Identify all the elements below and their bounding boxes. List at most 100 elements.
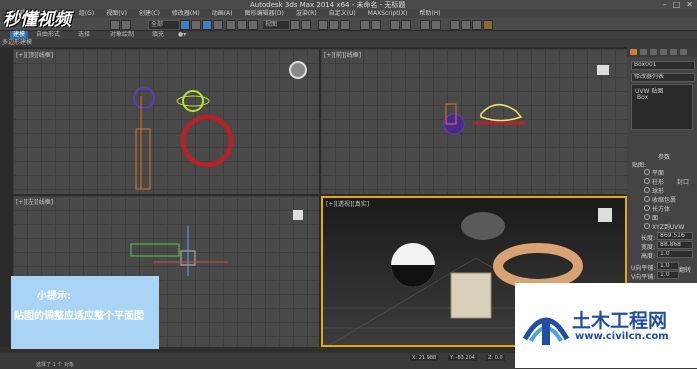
tab-object-paint[interactable]: 对象绘制 [110,31,134,39]
scale-icon[interactable] [248,20,258,30]
select-object-icon[interactable] [180,20,190,30]
mapping-label: 贴图: [632,162,647,169]
ribbon-sub-label: 多边形建模 [2,39,33,46]
tab-selection[interactable]: 选择 [78,31,90,39]
graphite-toggle-icon[interactable] [401,20,411,30]
viewcube-front [597,65,609,75]
motion-tab-icon[interactable] [660,49,667,55]
tab-modeling[interactable]: 建模 [10,31,29,39]
y-coord-field[interactable]: Y: -83.204 [448,355,477,361]
select-manipulate-icon[interactable] [301,20,311,30]
u-tile-field[interactable]: 1.0 [657,262,679,270]
viewcube-top [289,61,307,79]
tab-populate[interactable]: 填充 [152,31,164,39]
tip-body: 贴图的调整应适应整个平面图 [14,311,144,322]
z-coord-field[interactable]: Z: 0.0 [486,355,505,361]
rollout-title[interactable]: 参数 [658,152,670,161]
menu-group[interactable]: 组(G) [79,9,94,18]
teapot-wire [182,90,204,112]
align-icon[interactable] [371,20,381,30]
render-setup-icon[interactable] [461,20,471,30]
render-icon[interactable] [483,20,493,30]
close-icon[interactable]: ✕ [686,0,693,9]
menu-customize[interactable]: 自定义(U) [329,9,356,18]
option-box-label: 长方体 [652,206,671,213]
tab-freeform[interactable]: 自由形式 [36,31,60,39]
modify-tab-icon[interactable] [640,49,647,55]
teapot-front [480,104,523,122]
reference-coord-dropdown[interactable]: 视图 [262,20,290,30]
radio-xyz[interactable] [644,223,650,229]
snaps-toggle-icon[interactable] [318,20,328,30]
undo-icon[interactable] [110,20,120,30]
title-bar: Autodesk 3ds Max 2014 x64 - 未命名 - 无标题 – … [0,0,697,9]
cap-label[interactable]: 封口 [677,177,689,186]
move-icon[interactable] [226,20,236,30]
viewcube-left [293,210,303,220]
x-coord-field[interactable]: X: 21.988 [410,355,439,361]
tip-title: 小提示: [37,291,71,302]
utilities-tab-icon[interactable] [680,49,687,55]
rotate-icon[interactable] [237,20,247,30]
viewport-front[interactable]: [+][前][线框] [321,49,627,194]
width-label: 宽度: [641,244,656,251]
mirror-icon[interactable] [360,20,370,30]
menu-rendering[interactable]: 渲染(R) [296,9,317,18]
option-shrinkwrap-label: 收缩包裹 [652,197,677,204]
v-tile-field[interactable]: 1.0 [657,271,679,279]
minimize-icon[interactable]: – [663,0,667,9]
length-field[interactable]: 869.516 [657,232,693,240]
percent-snap-icon[interactable] [340,20,350,30]
menu-maxscript[interactable]: MAXScript(X) [368,9,408,18]
select-by-name-icon[interactable] [191,20,201,30]
viewport-top[interactable]: [+][顶][线框] [13,49,319,194]
menu-animation[interactable]: 动画(A) [212,9,233,18]
radio-box[interactable] [644,205,650,211]
radio-spherical[interactable] [644,187,650,193]
ribbon-options-icon[interactable]: ●▾ [178,31,186,39]
menu-views[interactable]: 视图(V) [106,9,127,18]
window-crossing-icon[interactable] [213,20,223,30]
radio-face[interactable] [644,214,650,220]
flip-checkbox[interactable]: 翻转 [679,265,691,274]
create-tab-icon[interactable] [630,49,637,55]
rendered-frame-icon[interactable] [472,20,482,30]
pivot-icon[interactable] [290,20,300,30]
height-field[interactable]: 1.0 [657,250,693,258]
brand-url: www.civilcn.com [575,331,669,342]
schematic-view-icon[interactable] [431,20,441,30]
brand-logo-icon [522,317,570,345]
u-tile-label: U向平铺: [631,265,656,272]
command-panel-tabs [627,47,697,57]
material-editor-icon[interactable] [450,20,460,30]
object-name-field[interactable]: Box001 [631,61,695,70]
layer-manager-icon[interactable] [390,20,400,30]
modifier-stack[interactable]: UVW 贴图 Box [631,84,693,130]
menu-graph-editors[interactable]: 图形编辑器(D) [245,9,284,18]
stack-item-box[interactable]: Box [637,94,648,101]
width-field[interactable]: 88.868 [657,241,693,249]
display-tab-icon[interactable] [670,49,677,55]
modifier-list-dropdown[interactable]: 修改器列表 [631,73,695,82]
box-wire [135,128,151,190]
watermark-logo: 秒懂视频 [3,10,71,30]
radio-planar[interactable] [644,169,650,175]
menu-help[interactable]: 帮助(H) [419,9,440,18]
selection-status: 选择了 1 个 对象 [36,362,74,368]
v-tile-label: V向平铺: [631,274,656,281]
viewcube-persp [598,208,612,222]
menu-modifiers[interactable]: 修改器(M) [172,9,200,18]
angle-snap-icon[interactable] [329,20,339,30]
radio-shrinkwrap[interactable] [644,196,650,202]
menu-create[interactable]: 创建(C) [139,9,160,18]
rect-selection-icon[interactable] [202,20,212,30]
selection-filter-dropdown[interactable]: 全部 [148,20,180,30]
torus-wire [180,114,234,168]
redo-icon[interactable] [121,20,131,30]
curve-editor-icon[interactable] [420,20,430,30]
window-controls: – □ ✕ [663,0,693,9]
radio-cylindrical[interactable] [644,178,650,184]
height-label: 高度: [641,253,656,260]
maximize-icon[interactable]: □ [673,0,681,9]
hierarchy-tab-icon[interactable] [650,49,657,55]
